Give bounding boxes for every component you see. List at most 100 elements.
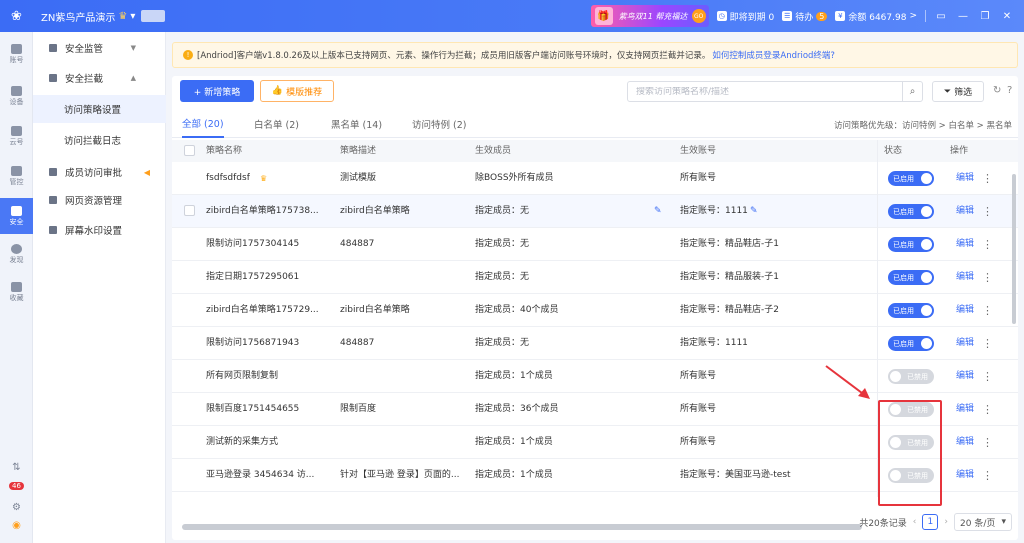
more-actions-icon[interactable]: ⋮ (982, 261, 993, 294)
rail-item-discover[interactable]: 发现 (0, 244, 33, 265)
rail-item-security[interactable]: 安全 (0, 198, 33, 234)
search-input[interactable] (628, 86, 902, 97)
more-actions-icon[interactable]: ⋮ (982, 459, 993, 492)
status-toggle[interactable]: 已启用 (888, 303, 934, 318)
status-toggle[interactable]: 已启用 (888, 204, 934, 219)
app-logo-icon[interactable]: ❀ (0, 0, 33, 32)
todo-indicator[interactable]: ☰ 待办 5 (782, 10, 828, 23)
star-icon (11, 282, 22, 292)
tab-blacklist[interactable]: 黑名单 (14) (331, 110, 382, 138)
policy-members: 指定成员：1个成员 (475, 470, 553, 480)
status-toggle[interactable]: 已启用 (888, 270, 934, 285)
more-actions-icon[interactable]: ⋮ (982, 327, 993, 360)
rail-item-cloud[interactable]: 云号 (0, 126, 33, 147)
page-1-button[interactable]: 1 (922, 514, 939, 530)
notice-link[interactable]: 如何控制成员登录Andriod终端? (712, 49, 835, 61)
priority-hint: 访问策略优先级：访问特例 > 白名单 > 黑名单 (833, 121, 1012, 131)
table-row[interactable]: 指定日期1757295061 指定成员：无 指定账号：精品服装-子1 已启用 编辑 ⋮ (172, 261, 1018, 294)
chevron-up-icon: ▲ (130, 74, 136, 82)
search-icon[interactable]: ⌕ (902, 81, 922, 102)
edit-link[interactable]: 编辑 (956, 294, 974, 327)
policy-name: 限制访问1757304145 (206, 239, 300, 249)
maximize-icon[interactable]: ❐ (978, 11, 992, 22)
help-circle-icon[interactable]: ? (1007, 85, 1012, 96)
tab-whitelist[interactable]: 白名单 (2) (254, 110, 299, 138)
android-notice: ! [Andriod]客户端v1.8.0.26及以上版本已支持网页、元素、操作行… (172, 42, 1018, 68)
rail-item-device[interactable]: 设备 (0, 86, 33, 107)
menu-intercept-log[interactable]: 访问拦截日志 (33, 126, 166, 154)
edit-link[interactable]: 编辑 (956, 360, 974, 393)
rail-item-control[interactable]: 管控 (0, 166, 33, 187)
refresh-icon[interactable]: ↻ (993, 85, 1001, 96)
horizontal-scrollbar[interactable] (182, 524, 862, 530)
policy-members: 指定成员：无 (475, 272, 530, 282)
template-recommend-button[interactable]: 👍 模版推荐 (260, 80, 334, 102)
tab-exceptions[interactable]: 访问特例 (2) (412, 110, 466, 138)
edit-link[interactable]: 编辑 (956, 261, 974, 294)
edit-link[interactable]: 编辑 (956, 195, 974, 228)
add-policy-button[interactable]: + 新增策略 (180, 80, 254, 102)
rail-label: 设备 (9, 98, 24, 106)
table-row[interactable]: 限制访问1756871943 484887 指定成员：无 指定账号：1111 已启用 编辑… (172, 327, 1018, 360)
row-checkbox[interactable] (184, 205, 195, 216)
menu-label: 屏幕水印设置 (65, 226, 123, 237)
brand-name: ZN紫鸟产品演示 (41, 12, 116, 24)
menu-resource-mgmt[interactable]: 网页资源管理 (33, 186, 166, 214)
table-row[interactable]: 所有网页限制复制 指定成员：1个成员 所有账号 已禁用 编辑 ⋮ (172, 360, 1018, 393)
rail-item-favorite[interactable]: 收藏 (0, 282, 33, 303)
table-row[interactable]: zibird白名单策略175738... zibird白名单策略 指定成员：无 ✎ 指定… (172, 195, 1018, 228)
expiring-indicator[interactable]: ◷ 即将到期 0 (716, 10, 774, 23)
filter-button[interactable]: ⏷ 筛选 (932, 81, 984, 102)
edit-link[interactable]: 编辑 (956, 426, 974, 459)
close-icon[interactable]: ✕ (1000, 11, 1014, 22)
more-actions-icon[interactable]: ⋮ (982, 393, 993, 426)
status-toggle[interactable]: 已启用 (888, 171, 934, 186)
more-actions-icon[interactable]: ⋮ (982, 360, 993, 393)
rail-item-account[interactable]: 账号 (0, 44, 33, 65)
menu-access-policy[interactable]: 访问策略设置 (33, 95, 166, 123)
policy-name: 亚马逊登录 3454634 访... (206, 470, 315, 480)
edit-link[interactable]: 编辑 (956, 393, 974, 426)
toggle-knob (921, 338, 932, 349)
help-icon[interactable]: ◉ (0, 520, 33, 531)
edit-link[interactable]: 编辑 (956, 459, 974, 492)
more-actions-icon[interactable]: ⋮ (982, 228, 993, 261)
promo-banner[interactable]: 🎁 紫鸟双11 帮充福达 GO (590, 5, 709, 27)
status-toggle[interactable]: 已禁用 (888, 369, 934, 384)
security-menu: 安全监管 ▼ 安全拦截 ▲ 访问策略设置 访问拦截日志 成员访问审批 ◀ 网页资源管理… (33, 32, 166, 543)
menu-member-approval[interactable]: 成员访问审批 ◀ (33, 158, 166, 186)
brand-switcher[interactable]: ZN紫鸟产品演示 ♛ ▾ (41, 9, 166, 24)
next-page-icon[interactable]: › (944, 517, 948, 527)
edit-accounts-pencil-icon[interactable]: ✎ (750, 195, 758, 228)
more-actions-icon[interactable]: ⋮ (982, 162, 993, 195)
more-actions-icon[interactable]: ⋮ (982, 294, 993, 327)
policy-desc: 484887 (340, 239, 375, 249)
edit-link[interactable]: 编辑 (956, 162, 974, 195)
page-size-select[interactable]: 20 条/页 ▾ (954, 513, 1012, 531)
transfer-icon[interactable]: ⇅ (0, 462, 33, 473)
more-actions-icon[interactable]: ⋮ (982, 195, 993, 228)
balance-indicator[interactable]: ¥ 余额 6467.98 > (835, 10, 917, 23)
edit-link[interactable]: 编辑 (956, 228, 974, 261)
minimize-icon[interactable]: — (956, 11, 970, 22)
screen-icon[interactable]: ▭ (934, 11, 948, 22)
status-text: 已启用 (893, 306, 914, 315)
select-all-checkbox[interactable] (184, 145, 195, 156)
notification-icon[interactable]: 46 (0, 480, 33, 491)
table-row[interactable]: 限制访问1757304145 484887 指定成员：无 指定账号：精品鞋店-子1 已启… (172, 228, 1018, 261)
table-row[interactable]: fsdfsdfdsf ♛ 测试模版 除BOSS外所有成员 所有账号 已启用 编辑 ⋮ (172, 162, 1018, 195)
tab-all[interactable]: 全部 (20) (182, 110, 224, 138)
settings-gear-icon[interactable]: ⚙ (0, 502, 33, 513)
vertical-scrollbar[interactable] (1012, 174, 1016, 324)
menu-watermark[interactable]: 屏幕水印设置 (33, 216, 166, 244)
status-toggle[interactable]: 已启用 (888, 336, 934, 351)
table-row[interactable]: zibird白名单策略175729... zibird白名单策略 指定成员：40个成… (172, 294, 1018, 327)
edit-members-pencil-icon[interactable]: ✎ (654, 195, 662, 228)
prev-page-icon[interactable]: ‹ (913, 517, 917, 527)
more-actions-icon[interactable]: ⋮ (982, 426, 993, 459)
notification-badge: 46 (9, 482, 24, 490)
menu-security-intercept[interactable]: 安全拦截 ▲ (33, 64, 166, 92)
edit-link[interactable]: 编辑 (956, 327, 974, 360)
menu-security-monitor[interactable]: 安全监管 ▼ (33, 34, 166, 62)
status-toggle[interactable]: 已启用 (888, 237, 934, 252)
